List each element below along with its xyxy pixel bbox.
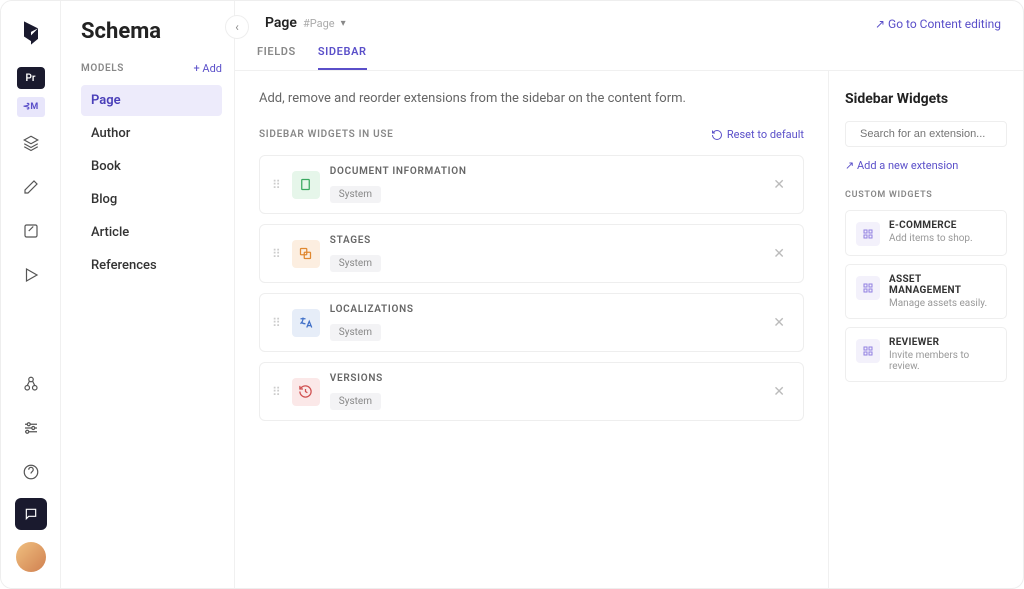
right-panel-title: Sidebar Widgets [845, 91, 1007, 107]
rail-item-help[interactable] [13, 454, 49, 490]
tab-sidebar[interactable]: SIDEBAR [318, 45, 367, 70]
custom-title: ASSET MANAGEMENT [889, 274, 996, 296]
widget-title: LOCALIZATIONS [330, 304, 759, 315]
breadcrumb-page: Page [265, 15, 297, 31]
model-item-references[interactable]: References [81, 250, 222, 281]
drag-handle-icon[interactable]: ⠿ [272, 316, 282, 330]
model-item-blog[interactable]: Blog [81, 184, 222, 215]
remove-widget-button[interactable]: ✕ [769, 380, 789, 404]
rail-item-content-model[interactable]: ⊰M [17, 97, 45, 117]
extension-search-input[interactable] [860, 128, 1002, 140]
widget-tag: System [330, 393, 381, 410]
brand-logo-icon [17, 19, 45, 47]
widget-tag: System [330, 186, 381, 203]
main-content: ‹ Page #Page ▾ ↗ Go to Content editing F… [235, 1, 1023, 588]
breadcrumb-slug: #Page [303, 17, 335, 30]
localization-icon [292, 309, 320, 337]
widgets-editor: Add, remove and reorder extensions from … [235, 71, 828, 588]
model-item-author[interactable]: Author [81, 118, 222, 149]
widgets-in-use-label: SIDEBAR WIDGETS IN USE [259, 129, 394, 140]
custom-widget-ecommerce[interactable]: E-COMMERCE Add items to shop. [845, 210, 1007, 256]
widget-tag: System [330, 255, 381, 272]
rail-item-chat[interactable] [15, 498, 47, 530]
goto-content-editing-link[interactable]: ↗ Go to Content editing [875, 17, 1001, 31]
schema-title: Schema [81, 19, 222, 44]
rail-item-webhooks[interactable] [13, 366, 49, 402]
rail-item-settings[interactable] [13, 410, 49, 446]
custom-title: E-COMMERCE [889, 220, 996, 231]
widget-grid-icon [856, 339, 880, 363]
widget-grid-icon [856, 222, 880, 246]
custom-widget-reviewer[interactable]: REVIEWER Invite members to review. [845, 327, 1007, 382]
icon-rail: Pr ⊰M [1, 1, 61, 588]
reset-to-default-button[interactable]: Reset to default [711, 128, 804, 141]
rail-item-project[interactable]: Pr [17, 67, 45, 89]
custom-title: REVIEWER [889, 337, 996, 348]
widget-tag: System [330, 324, 381, 341]
model-item-book[interactable]: Book [81, 151, 222, 182]
tab-fields[interactable]: FIELDS [257, 45, 296, 70]
rail-item-compose[interactable] [13, 213, 49, 249]
models-label: MODELS [81, 63, 124, 74]
stages-icon [292, 240, 320, 268]
widget-title: VERSIONS [330, 373, 759, 384]
widget-title: STAGES [330, 235, 759, 246]
rail-item-layers[interactable] [13, 125, 49, 161]
widget-card-stages: ⠿ STAGES System ✕ [259, 224, 804, 283]
widget-card-versions: ⠿ VERSIONS System ✕ [259, 362, 804, 421]
user-avatar[interactable] [16, 542, 46, 572]
widget-title: DOCUMENT INFORMATION [330, 166, 759, 177]
rail-item-edit[interactable] [13, 169, 49, 205]
custom-widgets-label: CUSTOM WIDGETS [845, 190, 1007, 200]
versions-icon [292, 378, 320, 406]
remove-widget-button[interactable]: ✕ [769, 173, 789, 197]
drag-handle-icon[interactable]: ⠿ [272, 385, 282, 399]
custom-desc: Invite members to review. [889, 350, 996, 372]
custom-desc: Add items to shop. [889, 233, 996, 244]
extension-search[interactable] [845, 121, 1007, 147]
model-item-article[interactable]: Article [81, 217, 222, 248]
model-item-page[interactable]: Page [81, 85, 222, 116]
custom-desc: Manage assets easily. [889, 298, 996, 309]
drag-handle-icon[interactable]: ⠿ [272, 178, 282, 192]
widget-grid-icon [856, 276, 880, 300]
sidebar-widgets-panel: Sidebar Widgets ↗ Add a new extension CU… [828, 71, 1023, 588]
remove-widget-button[interactable]: ✕ [769, 242, 789, 266]
reset-icon [711, 129, 723, 141]
models-sidebar: Schema MODELS + Add Page Author Book Blo… [61, 1, 235, 588]
widget-card-document-information: ⠿ DOCUMENT INFORMATION System ✕ [259, 155, 804, 214]
custom-widget-asset-management[interactable]: ASSET MANAGEMENT Manage assets easily. [845, 264, 1007, 319]
rail-item-play[interactable] [13, 257, 49, 293]
intro-text: Add, remove and reorder extensions from … [259, 91, 804, 106]
breadcrumb-dropdown[interactable]: ▾ [341, 18, 346, 29]
document-icon [292, 171, 320, 199]
widget-card-localizations: ⠿ LOCALIZATIONS System ✕ [259, 293, 804, 352]
add-model-button[interactable]: + Add [193, 62, 222, 75]
remove-widget-button[interactable]: ✕ [769, 311, 789, 335]
drag-handle-icon[interactable]: ⠿ [272, 247, 282, 261]
back-button[interactable]: ‹ [225, 15, 249, 39]
add-new-extension-link[interactable]: ↗ Add a new extension [845, 159, 1007, 172]
